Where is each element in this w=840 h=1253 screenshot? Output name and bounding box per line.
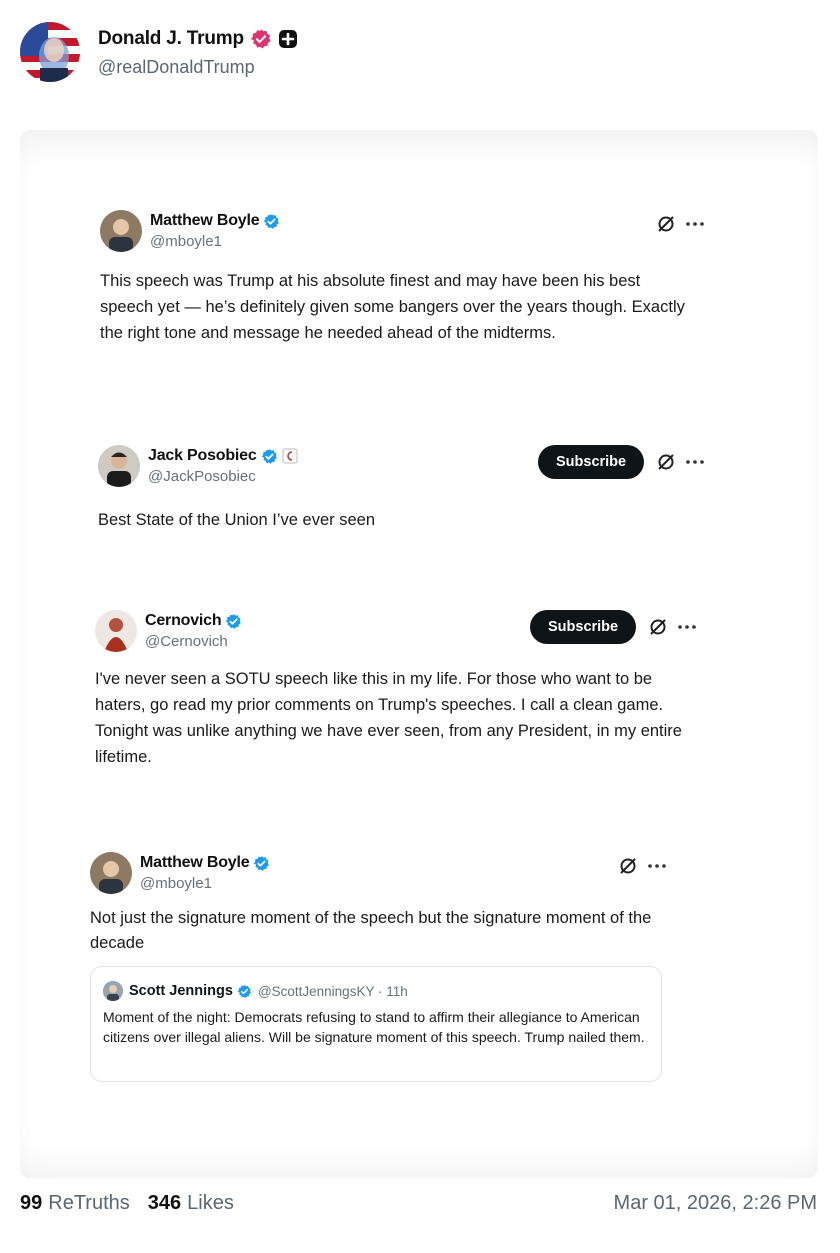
tweet-author-handle: @JackPosobiec [148,468,256,485]
tweet-author-handle: @Cernovich [145,633,228,650]
quoted-tweet: Scott Jennings @ScottJenningsKY · 11h Mo… [90,966,662,1082]
likes-count: 346 [147,1192,182,1214]
more-options-icon [648,864,666,868]
plus-badge-icon [278,30,297,48]
tweet-avatar [100,210,142,252]
likes-label: Likes [187,1192,234,1214]
author-handle[interactable]: @realDonaldTrump [98,57,298,78]
verified-badge-icon [250,29,271,49]
tweet-text: Not just the signature moment of the spe… [90,909,652,952]
tweet-author-name: Jack Posobiec [148,447,257,464]
tweet-author-name: Cernovich [145,612,222,629]
more-options-icon [686,222,704,226]
tweet-avatar [90,852,132,894]
post-stats: 99 ReTruths 346 Likes [20,1192,252,1215]
more-options-icon [678,625,696,629]
retruths-stat[interactable]: 99 ReTruths [20,1192,130,1215]
likes-stat[interactable]: 346 Likes [148,1192,234,1215]
embedded-tweet-2: Jack Posobiec @JackPosobiec Subscribe Be… [98,445,718,533]
post-header: Donald J. Trump @realDonaldTrump [20,22,298,82]
verified-check-icon [261,448,277,464]
subscribe-button: Subscribe [538,445,645,479]
grok-icon [620,858,636,874]
tweet-text: Best State of the Union I’ve ever seen [98,511,375,529]
quoted-tweet-text: Moment of the night: Democrats refusing … [103,1009,645,1045]
quoted-tweet-handle: @ScottJenningsKY · 11h [257,983,408,999]
post-timestamp[interactable]: Mar 01, 2026, 2:26 PM [614,1192,817,1215]
tweet-avatar [95,610,137,652]
tweet-author-handle: @mboyle1 [140,875,212,892]
embedded-tweet-4: Matthew Boyle @mboyle1 Not just the sign… [90,852,710,956]
tweet-author-handle: @mboyle1 [150,233,222,250]
author-avatar[interactable] [20,22,80,82]
embedded-tweet-1: Matthew Boyle @mboyle1 This speech was T… [100,210,720,346]
verified-check-icon [264,213,280,229]
grok-icon [658,454,674,470]
embedded-tweet-3: Cernovich @Cernovich Subscribe I've neve… [95,610,715,770]
retruths-count: 99 [20,1192,43,1214]
tweet-author-name: Matthew Boyle [140,854,250,871]
subscribe-button: Subscribe [530,610,637,644]
tweet-text: I've never seen a SOTU speech like this … [95,670,682,766]
quoted-tweet-author-name: Scott Jennings [129,983,233,999]
verified-check-icon [226,613,242,629]
retruths-label: ReTruths [48,1192,130,1214]
tweet-author-name: Matthew Boyle [150,212,260,229]
tweet-avatar [98,445,140,487]
tweet-text: This speech was Trump at his absolute fi… [100,272,685,342]
quoted-tweet-avatar [103,981,123,1001]
grok-icon [658,216,674,232]
verified-check-icon [254,855,270,871]
author-name[interactable]: Donald J. Trump [98,28,244,50]
verified-check-icon [237,984,251,998]
more-options-icon [686,460,704,464]
affiliate-badge-icon [282,448,298,464]
grok-icon [650,619,666,635]
